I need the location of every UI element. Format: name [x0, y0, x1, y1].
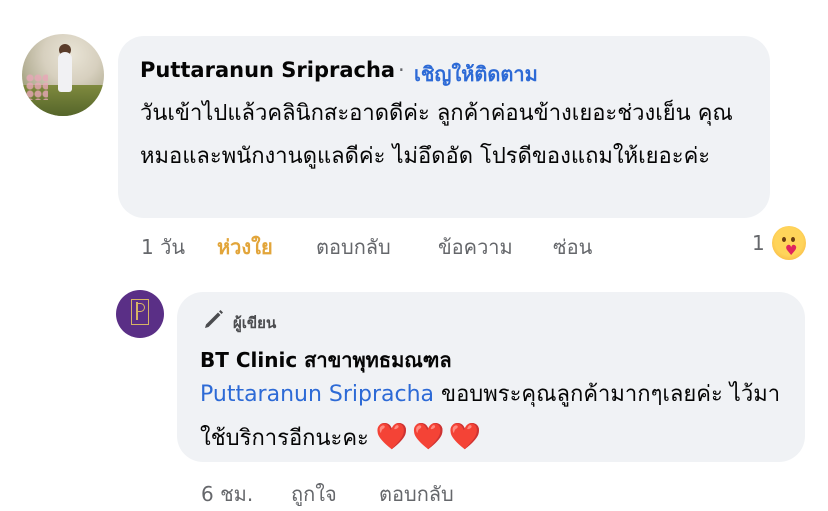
- reply-author-name[interactable]: BT Clinic สาขาพุทธมณฑล: [200, 344, 452, 376]
- reaction-count[interactable]: 1: [752, 231, 765, 255]
- comment-text: วันเข้าไปแล้วคลินิกสะอาดดีค่ะ ลูกค้าค่อน…: [140, 101, 733, 169]
- comment-author-name[interactable]: Puttaranun Sripracha: [140, 58, 395, 82]
- pen-icon: [205, 310, 223, 328]
- care-reaction-button[interactable]: ห่วงใย: [217, 231, 273, 263]
- reply-text: Puttaranun Sripracha ขอบพระคุณลูกค้ามากๆ…: [200, 373, 790, 460]
- page-avatar[interactable]: [116, 290, 164, 338]
- bt-logo-icon: [131, 299, 149, 325]
- message-button[interactable]: ข้อความ: [438, 231, 513, 263]
- hide-button[interactable]: ซ่อน: [553, 231, 592, 263]
- reply-timestamp[interactable]: 6 ชม.: [201, 478, 253, 510]
- reply-reply-button[interactable]: ตอบกลับ: [379, 478, 454, 510]
- heart-emoji-icons: ❤️❤️❤️: [375, 422, 485, 452]
- author-badge-label: ผู้เขียน: [233, 314, 277, 332]
- mention-link[interactable]: Puttaranun Sripracha: [200, 382, 434, 407]
- comment-timestamp[interactable]: 1 วัน: [141, 231, 185, 263]
- separator-dot: ·: [398, 58, 405, 82]
- reply-like-button[interactable]: ถูกใจ: [291, 478, 337, 510]
- reply-button[interactable]: ตอบกลับ: [316, 231, 391, 263]
- invite-follow-link[interactable]: เชิญให้ติดตาม: [414, 58, 538, 90]
- care-reaction-icon[interactable]: ♥: [772, 226, 806, 260]
- commenter-avatar[interactable]: [22, 34, 104, 116]
